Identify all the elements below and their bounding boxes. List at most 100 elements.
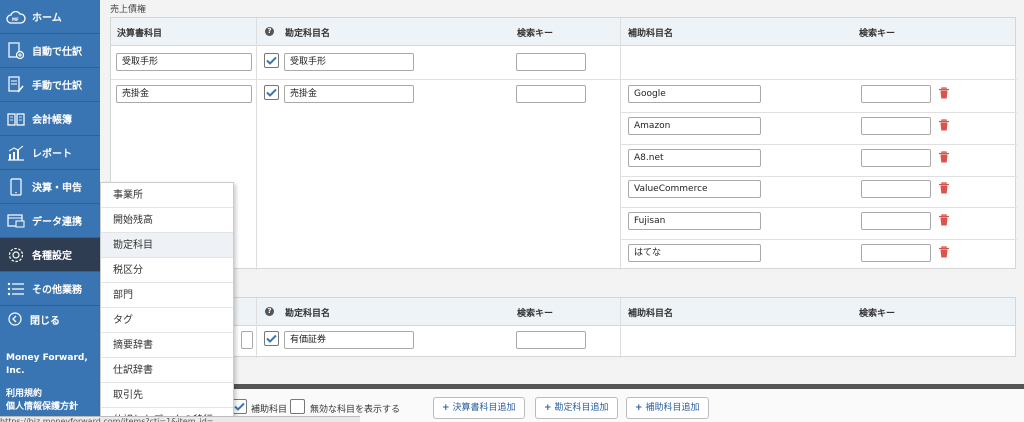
browser-status-bar: https://biz.moneyforward.com/items?cti=1… [0,416,360,422]
sub-search-key-input[interactable] [861,117,931,135]
sub-account-input[interactable]: A8.net [628,149,761,167]
menu-item-summary-dictionary[interactable]: 摘要辞書 [101,333,233,358]
section-title: 売上債権 [110,5,147,15]
account-name-input[interactable]: 売掛金 [284,85,414,103]
settlement-input[interactable]: 売掛金 [116,85,252,103]
sidebar-item-report[interactable]: レポート [0,136,100,170]
sidebar-item-label: 決算・申告 [32,183,82,194]
sidebar-item-settlement[interactable]: 決算・申告 [0,170,100,204]
sidebar-item-home[interactable]: MF ホーム [0,0,100,34]
col-account: 勘定科目名 [285,309,331,319]
sub-account-input[interactable]: Fujisan [628,212,761,230]
plus-icon: + [544,403,552,413]
menu-item-partners[interactable]: 取引先 [101,383,233,408]
sub-search-key-input[interactable] [861,212,931,230]
help-icon[interactable]: ? [265,27,274,36]
show-invalid-checkbox[interactable] [290,399,305,414]
data-link-icon [6,211,26,231]
search-key-input[interactable] [516,53,586,71]
col-account: 勘定科目名 [285,29,331,39]
trash-icon[interactable] [938,182,950,194]
sidebar-item-other[interactable]: その他業務 [0,272,100,306]
main-content: 売上債権 決算書科目 ? 勘定科目名 検索キー 補助科目名 検索キー 受取手形 … [100,0,1024,422]
sidebar-item-label: 各種設定 [32,251,72,262]
account-checkbox[interactable] [264,85,279,100]
securities-table: ? 勘定科目名 検索キー 補助科目名 検索キー 有価証券 [110,297,1016,358]
auto-journal-icon [6,41,26,61]
menu-item-tax-category[interactable]: 税区分 [101,258,233,283]
sidebar-item-auto-journal[interactable]: 自動で仕訳 [0,34,100,68]
svg-text:MF: MF [12,17,19,22]
col-search: 検索キー [517,309,554,319]
col-settlement: 決算書科目 [117,29,163,39]
report-chart-icon [6,143,26,163]
add-sub-account-button[interactable]: + 補助科目追加 [626,397,709,419]
settings-flyout-menu: 事業所 開始残高 勘定科目 税区分 部門 タグ 摘要辞書 仕訳辞書 取引先 仕訳… [100,182,234,422]
account-checkbox[interactable] [264,331,279,346]
list-icon [6,279,26,299]
trash-icon[interactable] [938,246,950,258]
menu-item-opening-balance[interactable]: 開始残高 [101,208,233,233]
sidebar-item-label: ホーム [32,13,62,24]
cloud-mf-icon: MF [6,7,26,27]
sub-account-input[interactable]: Amazon [628,117,761,135]
sidebar-close-button[interactable]: 閉じる [0,306,100,332]
book-icon [6,109,26,129]
settlement-input[interactable] [241,331,253,349]
chevron-left-circle-icon [6,310,24,328]
sidebar-item-label: その他業務 [32,285,82,296]
col-search: 検索キー [517,29,554,39]
table-header: ? 勘定科目名 検索キー 補助科目名 検索キー [111,298,1015,326]
col-sub-search: 検索キー [859,29,896,39]
sidebar: MF ホーム 自動で仕訳 手動で仕訳 会計帳簿 レポート 決算・申告 データ連携… [0,0,100,422]
trash-icon[interactable] [938,214,950,226]
sub-search-key-input[interactable] [861,180,931,198]
sidebar-item-books[interactable]: 会計帳簿 [0,102,100,136]
sub-account-input[interactable]: ValueCommerce [628,180,761,198]
sub-account-label: 補助科目 [251,405,288,415]
sub-search-key-input[interactable] [861,244,931,262]
gear-icon [6,245,26,265]
tablet-icon [6,177,26,197]
account-checkbox[interactable] [264,53,279,68]
account-name-input[interactable]: 受取手形 [284,53,414,71]
manual-journal-icon [6,75,26,95]
trash-icon[interactable] [938,151,950,163]
help-icon[interactable]: ? [265,307,274,316]
menu-item-department[interactable]: 部門 [101,283,233,308]
privacy-link[interactable]: 個人情報保護方針 [6,401,100,414]
sidebar-item-manual-journal[interactable]: 手動で仕訳 [0,68,100,102]
search-key-input[interactable] [516,85,586,103]
sidebar-item-settings[interactable]: 各種設定 [0,238,100,272]
sidebar-item-label: 自動で仕訳 [32,47,82,58]
plus-icon: + [635,403,643,413]
sidebar-item-data-link[interactable]: データ連携 [0,204,100,238]
account-name-input[interactable]: 有価証券 [284,331,414,349]
add-account-button[interactable]: + 勘定科目追加 [535,397,618,419]
add-settlement-button[interactable]: + 決算書科目追加 [433,397,525,419]
terms-link[interactable]: 利用規約 [6,388,100,401]
sidebar-close-label: 閉じる [30,315,60,327]
sub-account-input[interactable]: はてな [628,244,761,262]
col-sub: 補助科目名 [628,29,674,39]
accounts-table: 決算書科目 ? 勘定科目名 検索キー 補助科目名 検索キー 受取手形 受取手形 … [110,17,1017,270]
sub-search-key-input[interactable] [861,85,931,103]
menu-item-accounts[interactable]: 勘定科目 [101,233,233,258]
menu-item-office[interactable]: 事業所 [101,183,233,208]
menu-item-tags[interactable]: タグ [101,308,233,333]
sub-account-input[interactable]: Google [628,85,761,103]
col-sub: 補助科目名 [628,309,674,319]
sub-account-checkbox[interactable] [232,399,247,414]
trash-icon[interactable] [938,87,950,99]
sub-search-key-input[interactable] [861,149,931,167]
sidebar-footer: Money Forward, Inc. 利用規約 個人情報保護方針 [6,352,100,414]
menu-item-journal-dictionary[interactable]: 仕訳辞書 [101,358,233,383]
trash-icon[interactable] [938,119,950,131]
sidebar-item-label: レポート [32,149,72,160]
company-name: Money Forward, Inc. [6,353,88,376]
plus-icon: + [442,403,450,413]
settlement-input[interactable]: 受取手形 [116,53,252,71]
col-sub-search: 検索キー [859,309,896,319]
sidebar-item-label: 手動で仕訳 [32,81,82,92]
search-key-input[interactable] [516,331,586,349]
